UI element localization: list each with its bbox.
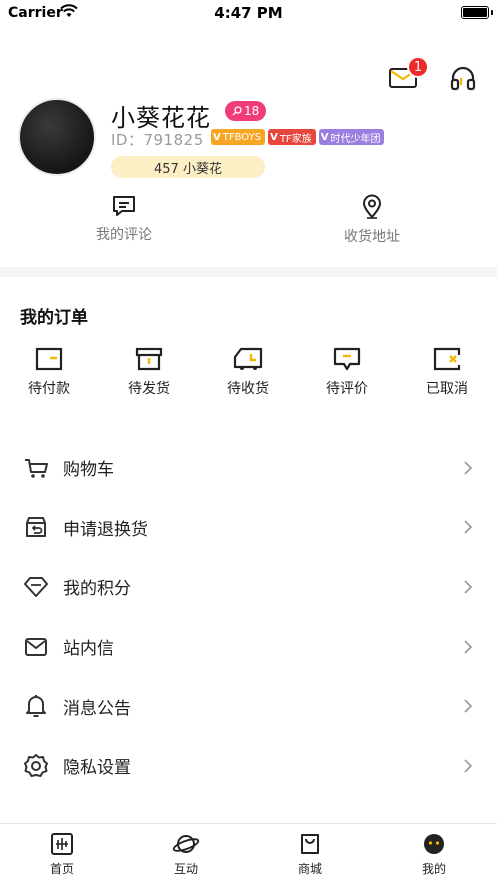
fan-tags: V TFBOYS V TF家族 V 时代少年团 <box>211 129 385 145</box>
tag-v-icon: V <box>213 131 221 143</box>
level-icon <box>232 106 242 116</box>
tab-mall[interactable]: 商城 <box>270 832 350 877</box>
box-icon <box>135 347 163 371</box>
envelope-icon <box>25 637 47 656</box>
user-name: 小葵花花 <box>111 104 211 132</box>
chevron-right-icon <box>464 461 473 475</box>
menu-item-cart[interactable]: 购物车 <box>0 438 497 498</box>
tab-home[interactable]: 首页 <box>22 832 102 877</box>
profile-face-icon <box>424 834 444 854</box>
planet-icon <box>172 835 200 853</box>
return-icon <box>26 517 46 538</box>
tab-interact[interactable]: 互动 <box>146 832 226 877</box>
section-divider <box>0 267 497 277</box>
truck-icon <box>233 347 263 370</box>
profile-card: 小葵花花 18 ID：791825 V TFBOYS V TF家族 V 时代少年… <box>18 98 479 188</box>
settings-menu: 购物车 申请退换货 我的积分 站内信 消息公告 隐私设置 <box>0 438 497 796</box>
tab-mine[interactable]: 我的 <box>394 832 474 877</box>
comment-icon <box>113 196 135 216</box>
battery-icon <box>461 6 489 19</box>
diamond-icon <box>24 576 48 597</box>
gear-icon <box>24 753 48 777</box>
cart-icon <box>25 458 48 478</box>
user-id: ID：791825 <box>111 131 204 149</box>
chevron-right-icon <box>464 640 473 654</box>
mail-button[interactable]: 1 <box>387 56 429 94</box>
wallet-icon <box>35 347 63 371</box>
fan-tag: V TF家族 <box>268 129 316 145</box>
menu-item-points[interactable]: 我的积分 <box>0 557 497 617</box>
chevron-right-icon <box>464 759 473 773</box>
headset-icon <box>450 66 476 91</box>
order-pending-receipt[interactable]: 待收货 <box>213 346 283 398</box>
orders-title: 我的订单 <box>20 308 88 328</box>
shopping-bag-icon <box>301 834 319 854</box>
flower-count-pill[interactable]: 457 小葵花 <box>111 156 265 178</box>
order-status-row: 待付款 待发货 待收货 待评价 已取消 <box>0 346 497 402</box>
my-comments-link[interactable]: 我的评论 <box>54 194 194 244</box>
level-value: 18 <box>244 104 260 118</box>
clock-time: 4:47 PM <box>214 4 283 22</box>
home-icon <box>51 833 73 855</box>
status-bar: Carrier 4:47 PM <box>0 0 497 26</box>
chevron-right-icon <box>464 520 473 534</box>
customer-service-button[interactable] <box>447 62 479 94</box>
menu-item-label: 站内信 <box>63 639 114 660</box>
shipping-address-link[interactable]: 收货地址 <box>302 194 442 246</box>
menu-item-label: 我的积分 <box>63 579 131 600</box>
review-icon <box>333 347 361 371</box>
menu-item-label: 消息公告 <box>63 698 131 719</box>
menu-item-label: 申请退换货 <box>63 519 148 540</box>
fan-tag: V 时代少年团 <box>318 129 385 145</box>
menu-item-returns[interactable]: 申请退换货 <box>0 498 497 558</box>
chevron-right-icon <box>464 580 473 594</box>
fan-tag: V TFBOYS <box>211 129 266 145</box>
header-actions: 1 <box>387 56 479 94</box>
chevron-right-icon <box>464 699 473 713</box>
quick-links: 我的评论 收货地址 <box>0 194 497 250</box>
order-pending-review[interactable]: 待评价 <box>312 346 382 398</box>
menu-item-announcements[interactable]: 消息公告 <box>0 676 497 736</box>
level-badge: 18 <box>225 101 267 121</box>
order-pending-shipment[interactable]: 待发货 <box>114 346 184 398</box>
menu-item-inbox[interactable]: 站内信 <box>0 617 497 677</box>
menu-item-label: 购物车 <box>63 460 114 481</box>
location-pin-icon <box>362 194 382 219</box>
tag-v-icon: V <box>270 131 278 143</box>
menu-item-label: 隐私设置 <box>63 758 131 779</box>
menu-item-privacy[interactable]: 隐私设置 <box>0 736 497 796</box>
order-pending-payment[interactable]: 待付款 <box>14 346 84 398</box>
tag-v-icon: V <box>320 131 329 143</box>
bottom-tab-bar: 首页 互动 商城 我的 <box>0 823 497 883</box>
mail-badge: 1 <box>407 56 429 78</box>
avatar[interactable] <box>18 98 96 176</box>
bell-icon <box>26 695 46 718</box>
cancel-icon <box>433 347 461 371</box>
order-cancelled[interactable]: 已取消 <box>412 346 482 398</box>
